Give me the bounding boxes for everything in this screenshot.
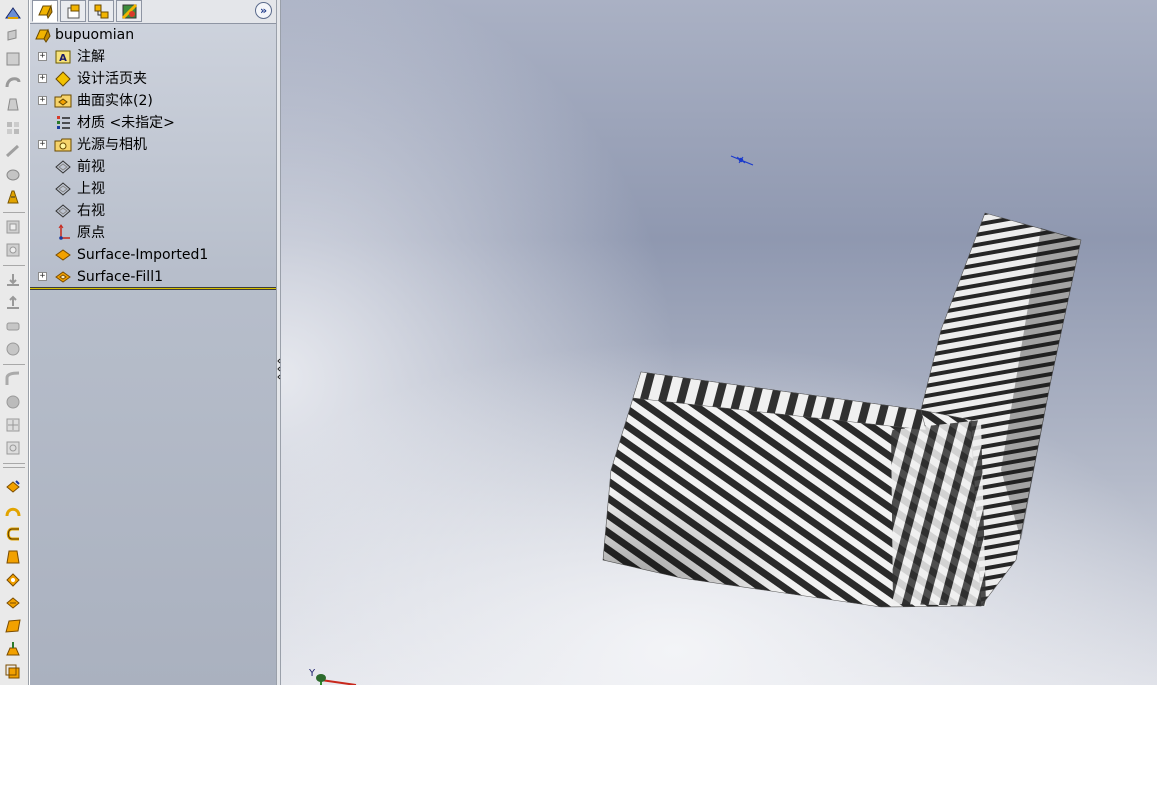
tree-item-surface-fill1[interactable]: + Surface-Fill1 [30,266,276,288]
feature-manager-tab[interactable] [32,0,58,22]
property-manager-tab[interactable] [60,0,86,22]
chamfer-icon[interactable] [4,393,22,411]
tree-item-label: Surface-Imported1 [77,247,209,263]
ruled-surface-icon[interactable] [4,241,22,259]
tree-item-label: 注解 [77,49,105,65]
coordinate-triad: Y [308,668,357,685]
offset-surface-icon[interactable] [4,188,22,206]
appearance-icon [121,3,138,20]
radiate-surface-icon[interactable] [4,218,22,236]
annotations-icon: A [54,48,72,66]
tree-item-label: 光源与相机 [77,137,147,153]
expand-toggle[interactable]: + [38,74,47,83]
expand-toggle[interactable]: + [38,52,47,61]
triad-axis-label: Y [308,668,316,679]
boundary-surface-icon[interactable] [4,119,22,137]
plane-icon [54,158,72,176]
surface-model[interactable] [602,212,1082,608]
tree-item-label: 设计活页夹 [77,71,147,87]
tree-item-label: 上视 [77,181,105,197]
properties-icon [67,4,80,19]
surface-bodies-icon [54,92,72,110]
cut-with-surface-icon[interactable] [4,571,22,589]
revolved-surface-icon[interactable] [4,50,22,68]
part-icon [34,26,52,44]
thicken-cut-icon[interactable] [4,548,22,566]
planar-surface-icon[interactable] [4,165,22,183]
configuration-icon [94,4,109,19]
material-icon [54,114,72,132]
knit-surface-icon[interactable] [4,340,22,358]
lights-cameras-icon [54,136,72,154]
rollback-bar[interactable] [30,287,276,290]
tree-item-label: 右视 [77,203,105,219]
filled-surface-icon [54,268,72,286]
tree-item-design-binder[interactable]: + 设计活页夹 [30,68,276,90]
surfaces-toolbar [0,0,29,685]
flatten-surface-icon[interactable] [4,640,22,658]
expand-toggle[interactable]: + [38,96,47,105]
plane-icon [54,180,72,198]
tree-item-top-plane[interactable]: 上视 [30,178,276,200]
delete-face-icon[interactable] [4,416,22,434]
tree-item-label: 原点 [77,225,105,241]
feature-manager-tabs: » [30,0,276,24]
tree-item-surface-bodies[interactable]: + 曲面实体(2) [30,90,276,112]
display-manager-tab[interactable] [116,0,142,22]
surface-from-mesh-icon[interactable] [4,478,22,496]
lofted-surface-icon[interactable] [4,96,22,114]
tree-item-label: 前视 [77,159,105,175]
design-binder-icon [54,70,72,88]
filled-surface-small-icon[interactable] [4,142,22,160]
swept-surface-icon[interactable] [4,73,22,91]
tree-item-label: 材质 <未指定> [77,115,175,131]
planar-surface-tool-icon[interactable] [4,617,22,635]
tree-root-part[interactable]: bupuomian [30,24,276,46]
tree-item-annotations[interactable]: + A 注解 [30,46,276,68]
origin-icon [54,224,72,242]
extruded-surface-icon[interactable] [4,27,22,45]
model-view[interactable]: Y [281,0,1157,685]
graphics-area[interactable]: Y [281,0,1157,685]
extend-surface-icon[interactable] [4,271,22,289]
tree-item-label: 曲面实体(2) [77,93,153,109]
plane-icon [54,202,72,220]
tree-item-origin[interactable]: 原点 [30,222,276,244]
midsurface-icon[interactable] [4,502,22,520]
untrim-surface-icon[interactable] [4,317,22,335]
configuration-manager-tab[interactable] [88,0,114,22]
copy-surface-icon[interactable] [4,663,22,681]
tree-item-right-plane[interactable]: 右视 [30,200,276,222]
feature-manager-pane: » bupuomian + A 注解 + 设计活页夹 + 曲面实体(2) 材质 … [30,0,277,685]
thicken-icon[interactable] [4,525,22,543]
fillet-icon[interactable] [4,370,22,388]
trim-surface-icon[interactable] [4,294,22,312]
part-name-label: bupuomian [55,27,135,43]
sketch-point-marker [730,155,754,166]
tree-item-surface-imported1[interactable]: Surface-Imported1 [30,244,276,266]
tree-item-lights-cameras[interactable]: + 光源与相机 [30,134,276,156]
sketch-icon[interactable] [4,4,22,22]
imported-surface-icon [54,246,72,264]
replace-face-icon[interactable] [4,439,22,457]
filled-surface-tool-icon[interactable] [4,594,22,612]
expand-toggle[interactable]: + [38,140,47,149]
part-icon [38,4,53,20]
expand-toggle[interactable]: + [38,272,47,281]
tree-item-front-plane[interactable]: 前视 [30,156,276,178]
svg-text:A: A [59,53,67,64]
tree-item-material[interactable]: 材质 <未指定> [30,112,276,134]
expand-pane-button[interactable]: » [255,2,272,19]
tree-item-label: Surface-Fill1 [77,269,163,285]
